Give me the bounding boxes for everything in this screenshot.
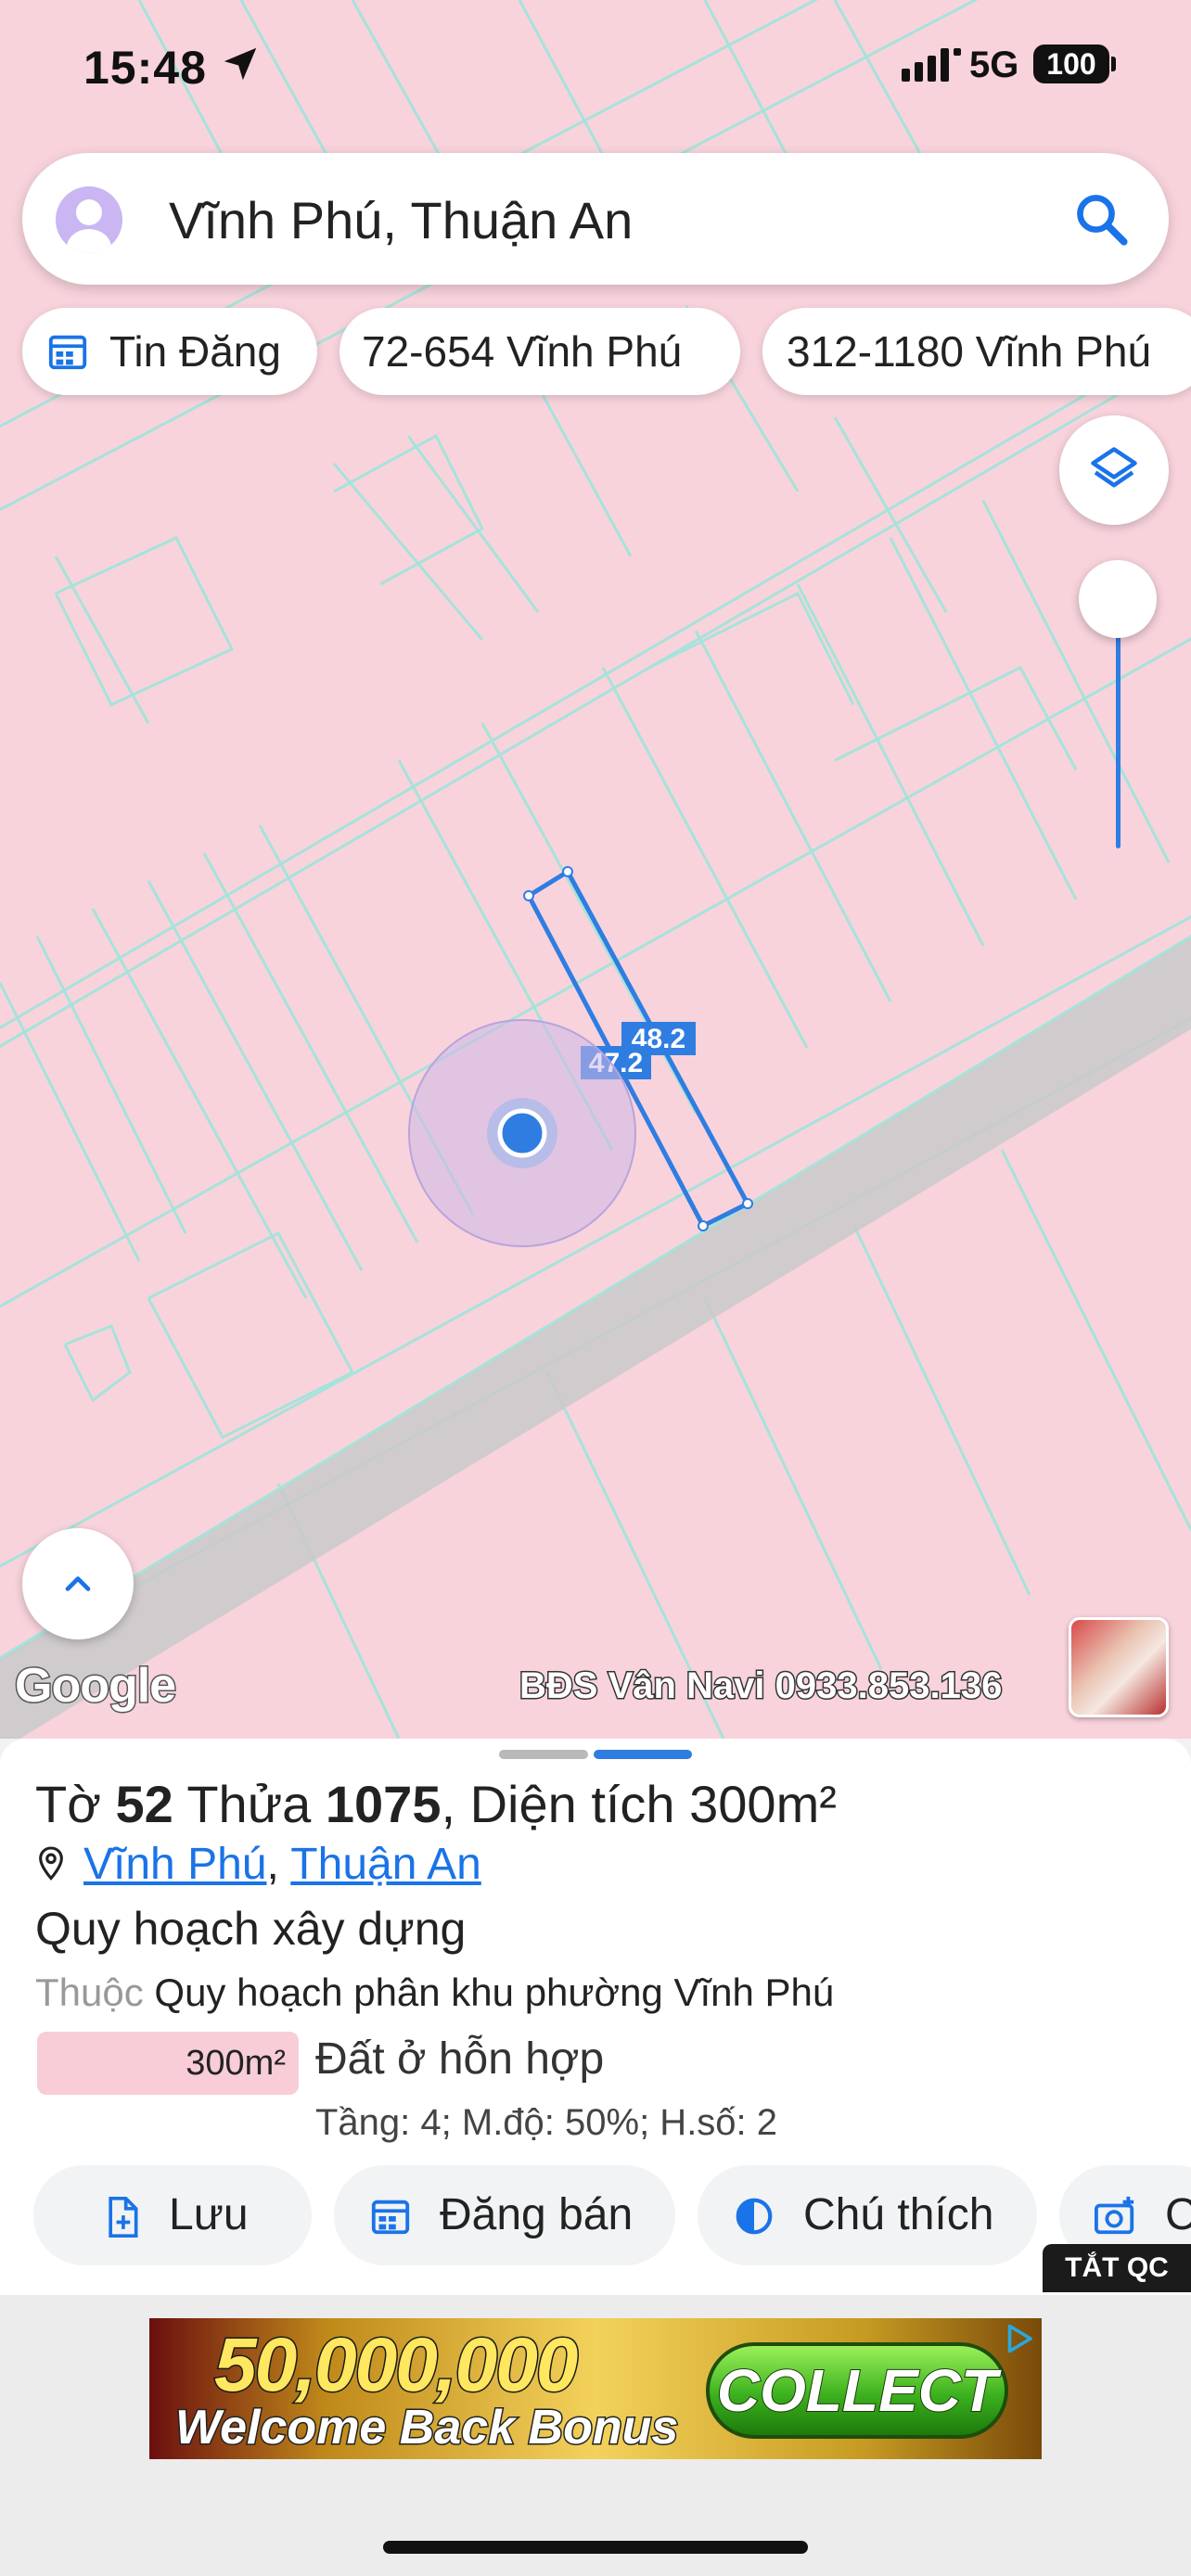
chip-parcel-72-654[interactable]: 72-654 Vĩnh Phú <box>339 308 740 395</box>
save-button[interactable]: Lưu <box>33 2165 312 2265</box>
ad-subline: Welcome Back Bonus <box>173 2400 679 2456</box>
close-ad-button[interactable]: TẮT QC <box>1043 2244 1191 2292</box>
section-title: Quy hoạch xây dựng <box>35 1903 467 1955</box>
chip-parcel-312-1180[interactable]: 312-1180 Vĩnh Phú <box>762 308 1191 395</box>
chip-label: 72-654 Vĩnh Phú <box>362 327 683 376</box>
file-add-icon <box>109 2197 138 2238</box>
home-indicator[interactable] <box>383 2541 808 2554</box>
ward-link[interactable]: Vĩnh Phú <box>83 1840 266 1889</box>
chip-label: 312-1180 Vĩnh Phú <box>787 327 1152 376</box>
watermark-text: BĐS Vân Navi 0933.853.136 <box>518 1664 1003 1708</box>
planning-scope: Thuộc Quy hoạch phân khu phường Vĩnh Phú <box>35 1970 835 2014</box>
status-time: 15:48 <box>83 42 207 94</box>
sheet-handle[interactable] <box>499 1750 588 1759</box>
avatar[interactable] <box>56 186 122 253</box>
calendar-icon <box>48 335 87 370</box>
legend-button[interactable]: Chú thích <box>698 2165 1037 2265</box>
search-icon[interactable] <box>1070 188 1132 249</box>
expand-up-button[interactable] <box>22 1528 134 1639</box>
battery-tip <box>1111 57 1116 71</box>
zone-detail: Tầng: 4; M.độ: 50%; H.số: 2 <box>315 2102 778 2143</box>
ad-banner[interactable]: 50,000,000 Welcome Back Bonus COLLECT <box>149 2318 1042 2459</box>
save-label: Lưu <box>169 2190 249 2239</box>
city-link[interactable]: Thuận An <box>290 1840 481 1889</box>
parcel-info-sheet: Tờ 52 Thửa 1075, Diện tích 300m² Vĩnh Ph… <box>0 1739 1191 2295</box>
photo-label: C <box>1165 2190 1191 2239</box>
battery-icon: 100 <box>1033 45 1109 83</box>
search-bar[interactable]: Vĩnh Phú, Thuận An <box>22 153 1169 285</box>
ad-collect-button[interactable]: COLLECT <box>706 2342 1008 2439</box>
opacity-slider-track[interactable] <box>1116 603 1121 848</box>
chevron-up-icon <box>65 1576 91 1591</box>
layers-button[interactable] <box>1059 415 1169 525</box>
street-photo-thumbnail[interactable] <box>1069 1617 1169 1717</box>
sheet-handle-active[interactable] <box>594 1750 692 1759</box>
adchoices-icon[interactable] <box>1003 2322 1036 2355</box>
parcel-title: Tờ 52 Thửa 1075, Diện tích 300m² <box>35 1775 837 1833</box>
map-pin-icon <box>39 1846 63 1881</box>
map-view[interactable]: 48.2 47.2 15:48 5G 100 Vĩnh Phú, Thuận A… <box>0 0 1191 1739</box>
ad-headline: 50,000,000 <box>212 2322 579 2409</box>
contrast-icon <box>736 2198 773 2235</box>
post-for-sale-label: Đăng bán <box>440 2190 634 2239</box>
cellular-signal-icon <box>902 48 961 82</box>
chip-label: Tin Đăng <box>109 327 281 376</box>
zone-area-swatch: 300m² <box>37 2032 299 2095</box>
google-logo: Google <box>13 1658 177 1715</box>
layers-icon <box>1091 447 1137 488</box>
search-input[interactable]: Vĩnh Phú, Thuận An <box>169 190 633 250</box>
chip-tin-dang[interactable]: Tin Đăng <box>22 308 317 395</box>
calendar-icon <box>371 2200 410 2235</box>
zone-name: Đất ở hỗn hợp <box>315 2034 605 2084</box>
status-bar: 15:48 5G 100 <box>0 37 1191 102</box>
add-photo-icon <box>1095 2196 1134 2235</box>
opacity-slider-handle[interactable] <box>1079 560 1157 638</box>
legend-label: Chú thích <box>803 2190 994 2239</box>
parcel-location: Vĩnh Phú, Thuận An <box>35 1839 481 1890</box>
user-icon <box>67 199 111 253</box>
location-arrow-icon <box>224 47 257 81</box>
network-type: 5G <box>969 45 1019 85</box>
post-for-sale-button[interactable]: Đăng bán <box>334 2165 675 2265</box>
